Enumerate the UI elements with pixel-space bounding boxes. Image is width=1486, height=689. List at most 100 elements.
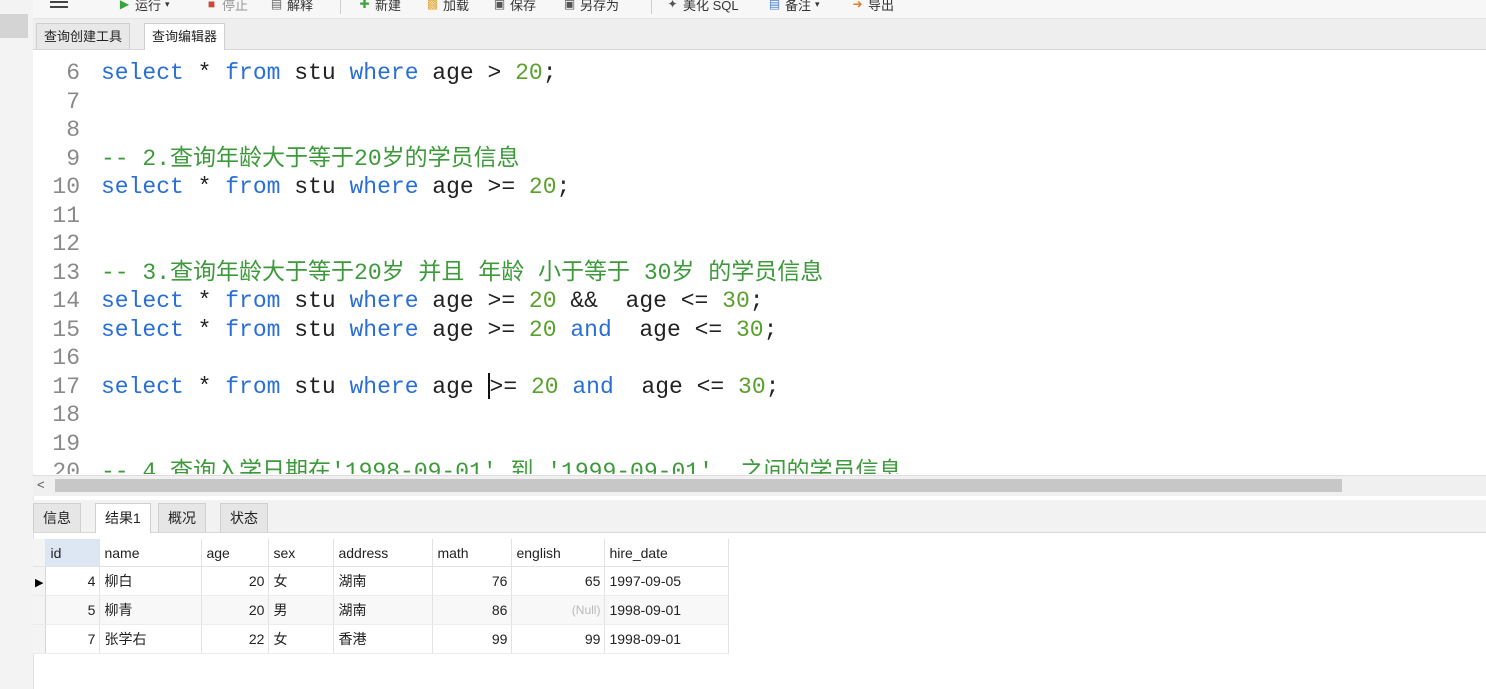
line-number: 15 <box>52 316 80 343</box>
code-line[interactable]: 7 <box>33 88 1486 116</box>
table-cell-id[interactable]: 7 <box>45 624 101 654</box>
sql-number: 30 <box>722 288 750 314</box>
table-cell-name[interactable]: 张学右 <box>99 624 203 654</box>
sql-number: 20 <box>530 373 559 400</box>
table-cell-hire-date[interactable]: 1998-09-01 <box>604 624 730 654</box>
editor-horizontal-scrollbar[interactable]: < <box>33 475 1486 496</box>
scroll-left-icon[interactable]: < <box>37 477 45 492</box>
table-cell-sex[interactable]: 女 <box>268 624 335 654</box>
new-button[interactable]: ✚ 新建 <box>358 0 401 14</box>
tab-result-1[interactable]: 结果1 <box>95 503 151 533</box>
table-cell-age[interactable]: 20 <box>201 595 270 625</box>
code-line[interactable]: 6 select * from stu where age > 20; <box>33 59 1486 87</box>
table-cell-address[interactable]: 湖南 <box>333 566 434 596</box>
code-line[interactable]: 18 <box>33 401 1486 429</box>
code-line[interactable]: 10 select * from stu where age >= 20; <box>33 173 1486 201</box>
code-text: select * from stu where age >= 20; <box>101 173 570 201</box>
tab-status[interactable]: 状态 <box>220 503 268 532</box>
code-line[interactable]: 9 -- 2.查询年龄大于等于20岁的学员信息 <box>33 145 1486 173</box>
row-indicator[interactable] <box>33 595 47 625</box>
sql-comment: -- 3.查询年龄大于等于20岁 并且 年龄 小于等于 30岁 的学员信息 <box>101 259 824 286</box>
tab-query-builder[interactable]: 查询创建工具 <box>36 23 131 49</box>
code-line[interactable]: 17 select * from stu where age >= 20 and … <box>33 373 1486 401</box>
line-number: 11 <box>52 202 80 229</box>
sql-text: stu <box>280 373 350 400</box>
column-header[interactable]: sex <box>268 539 335 567</box>
sql-number: 20 <box>528 288 557 314</box>
sql-keyword: select <box>101 373 184 400</box>
code-line[interactable]: 13 -- 3.查询年龄大于等于20岁 并且 年龄 小于等于 30岁 的学员信息 <box>33 259 1486 287</box>
code-text: -- 3.查询年龄大于等于20岁 并且 年龄 小于等于 30岁 的学员信息 <box>101 259 823 287</box>
table-cell-name[interactable]: 柳青 <box>99 595 203 625</box>
code-line[interactable]: 12 <box>33 230 1486 258</box>
column-header[interactable]: english <box>511 539 606 567</box>
table-cell-age[interactable]: 20 <box>201 566 270 596</box>
table-cell-english[interactable]: 65 <box>511 566 606 596</box>
column-header[interactable]: math <box>432 539 513 567</box>
tab-info[interactable]: 信息 <box>33 503 81 532</box>
beautify-sql-button[interactable]: ✦ 美化 SQL <box>666 0 738 14</box>
toolbar-separator <box>340 0 341 14</box>
line-number: 10 <box>52 174 80 200</box>
column-header[interactable]: hire_date <box>604 539 730 567</box>
sql-text: && age <= <box>556 288 723 314</box>
table-cell-hire-date[interactable]: 1998-09-01 <box>604 595 730 625</box>
table-cell-address[interactable]: 香港 <box>333 624 434 654</box>
code-line[interactable]: 19 <box>33 430 1486 458</box>
load-button[interactable]: ▩ 加载 <box>426 0 469 14</box>
tab-query-editor[interactable]: 查询编辑器 <box>144 23 226 50</box>
sql-text: >= <box>489 373 531 400</box>
table-cell-id[interactable]: 4 <box>45 566 101 596</box>
sql-text: ; <box>556 174 571 200</box>
table-row[interactable]: 5 柳青 20 男湖南 86 (Null) 1998-09-01 <box>33 595 730 625</box>
table-cell-english[interactable]: 99 <box>511 624 606 654</box>
save-button[interactable]: ▣ 保存 <box>493 0 536 14</box>
table-cell-math[interactable]: 86 <box>432 595 513 625</box>
code-line[interactable]: 11 <box>33 202 1486 230</box>
row-indicator[interactable] <box>33 624 47 654</box>
tab-profile[interactable]: 概况 <box>158 503 206 532</box>
table-cell-english[interactable]: (Null) <box>511 595 606 625</box>
table-row[interactable]: 7 张学右 22 女香港 99 99 1998-09-01 <box>33 624 730 654</box>
code-line[interactable]: 15 select * from stu where age >= 20 and … <box>33 316 1486 344</box>
column-header[interactable]: id <box>45 539 101 567</box>
scrollbar-thumb[interactable] <box>55 479 1342 492</box>
code-line[interactable]: 14 select * from stu where age >= 20 && a… <box>33 287 1486 315</box>
explain-button[interactable]: ▤ 解释 <box>270 0 313 14</box>
export-icon: ➜ <box>852 0 863 11</box>
column-header[interactable]: age <box>201 539 270 567</box>
sql-keyword: select <box>101 60 184 86</box>
table-cell-address[interactable]: 湖南 <box>333 595 434 625</box>
table-cell-math[interactable]: 99 <box>432 624 513 654</box>
sql-editor[interactable]: 6 select * from stu where age > 20; 7 8 9 -- … <box>33 50 1486 474</box>
table-cell-sex[interactable]: 男 <box>268 595 335 625</box>
table-cell-age[interactable]: 22 <box>201 624 270 654</box>
export-button[interactable]: ➜ 导出 <box>851 0 894 14</box>
table-row[interactable]: ▶ 4 柳白 20 女湖南 76 65 1997-09-05 <box>33 566 730 596</box>
row-indicator[interactable]: ▶ <box>33 566 47 596</box>
column-header[interactable]: address <box>333 539 434 567</box>
sql-keyword: where <box>349 316 419 343</box>
table-cell-name[interactable]: 柳白 <box>99 566 203 596</box>
stop-button[interactable]: ■ 停止 <box>205 0 248 14</box>
sql-keyword: from <box>225 174 281 200</box>
table-cell-id[interactable]: 5 <box>45 595 101 625</box>
save-as-button[interactable]: ▣ 另存为 <box>563 0 619 14</box>
code-line[interactable]: 8 <box>33 116 1486 144</box>
column-header[interactable]: name <box>99 539 203 567</box>
sql-text: ; <box>765 373 780 400</box>
sql-text: age >= <box>418 316 529 343</box>
sql-keyword: and <box>570 316 612 343</box>
table-cell-hire-date[interactable]: 1997-09-05 <box>604 566 730 596</box>
menu-icon[interactable] <box>50 0 68 10</box>
line-number: 13 <box>52 259 80 286</box>
table-cell-sex[interactable]: 女 <box>268 566 335 596</box>
run-button[interactable]: ▶ 运行 ▾ <box>118 0 170 14</box>
code-line[interactable]: 20 -- 4.查询入学日期在'1998-09-01' 到 '1999-09-01… <box>33 458 1486 474</box>
left-panel-strip <box>0 0 34 689</box>
note-button[interactable]: ▤ 备注 ▾ <box>768 0 820 14</box>
play-icon: ▶ <box>119 0 130 11</box>
code-line[interactable]: 16 <box>33 344 1486 372</box>
table-cell-math[interactable]: 76 <box>432 566 513 596</box>
sql-text: age >= <box>418 288 529 314</box>
